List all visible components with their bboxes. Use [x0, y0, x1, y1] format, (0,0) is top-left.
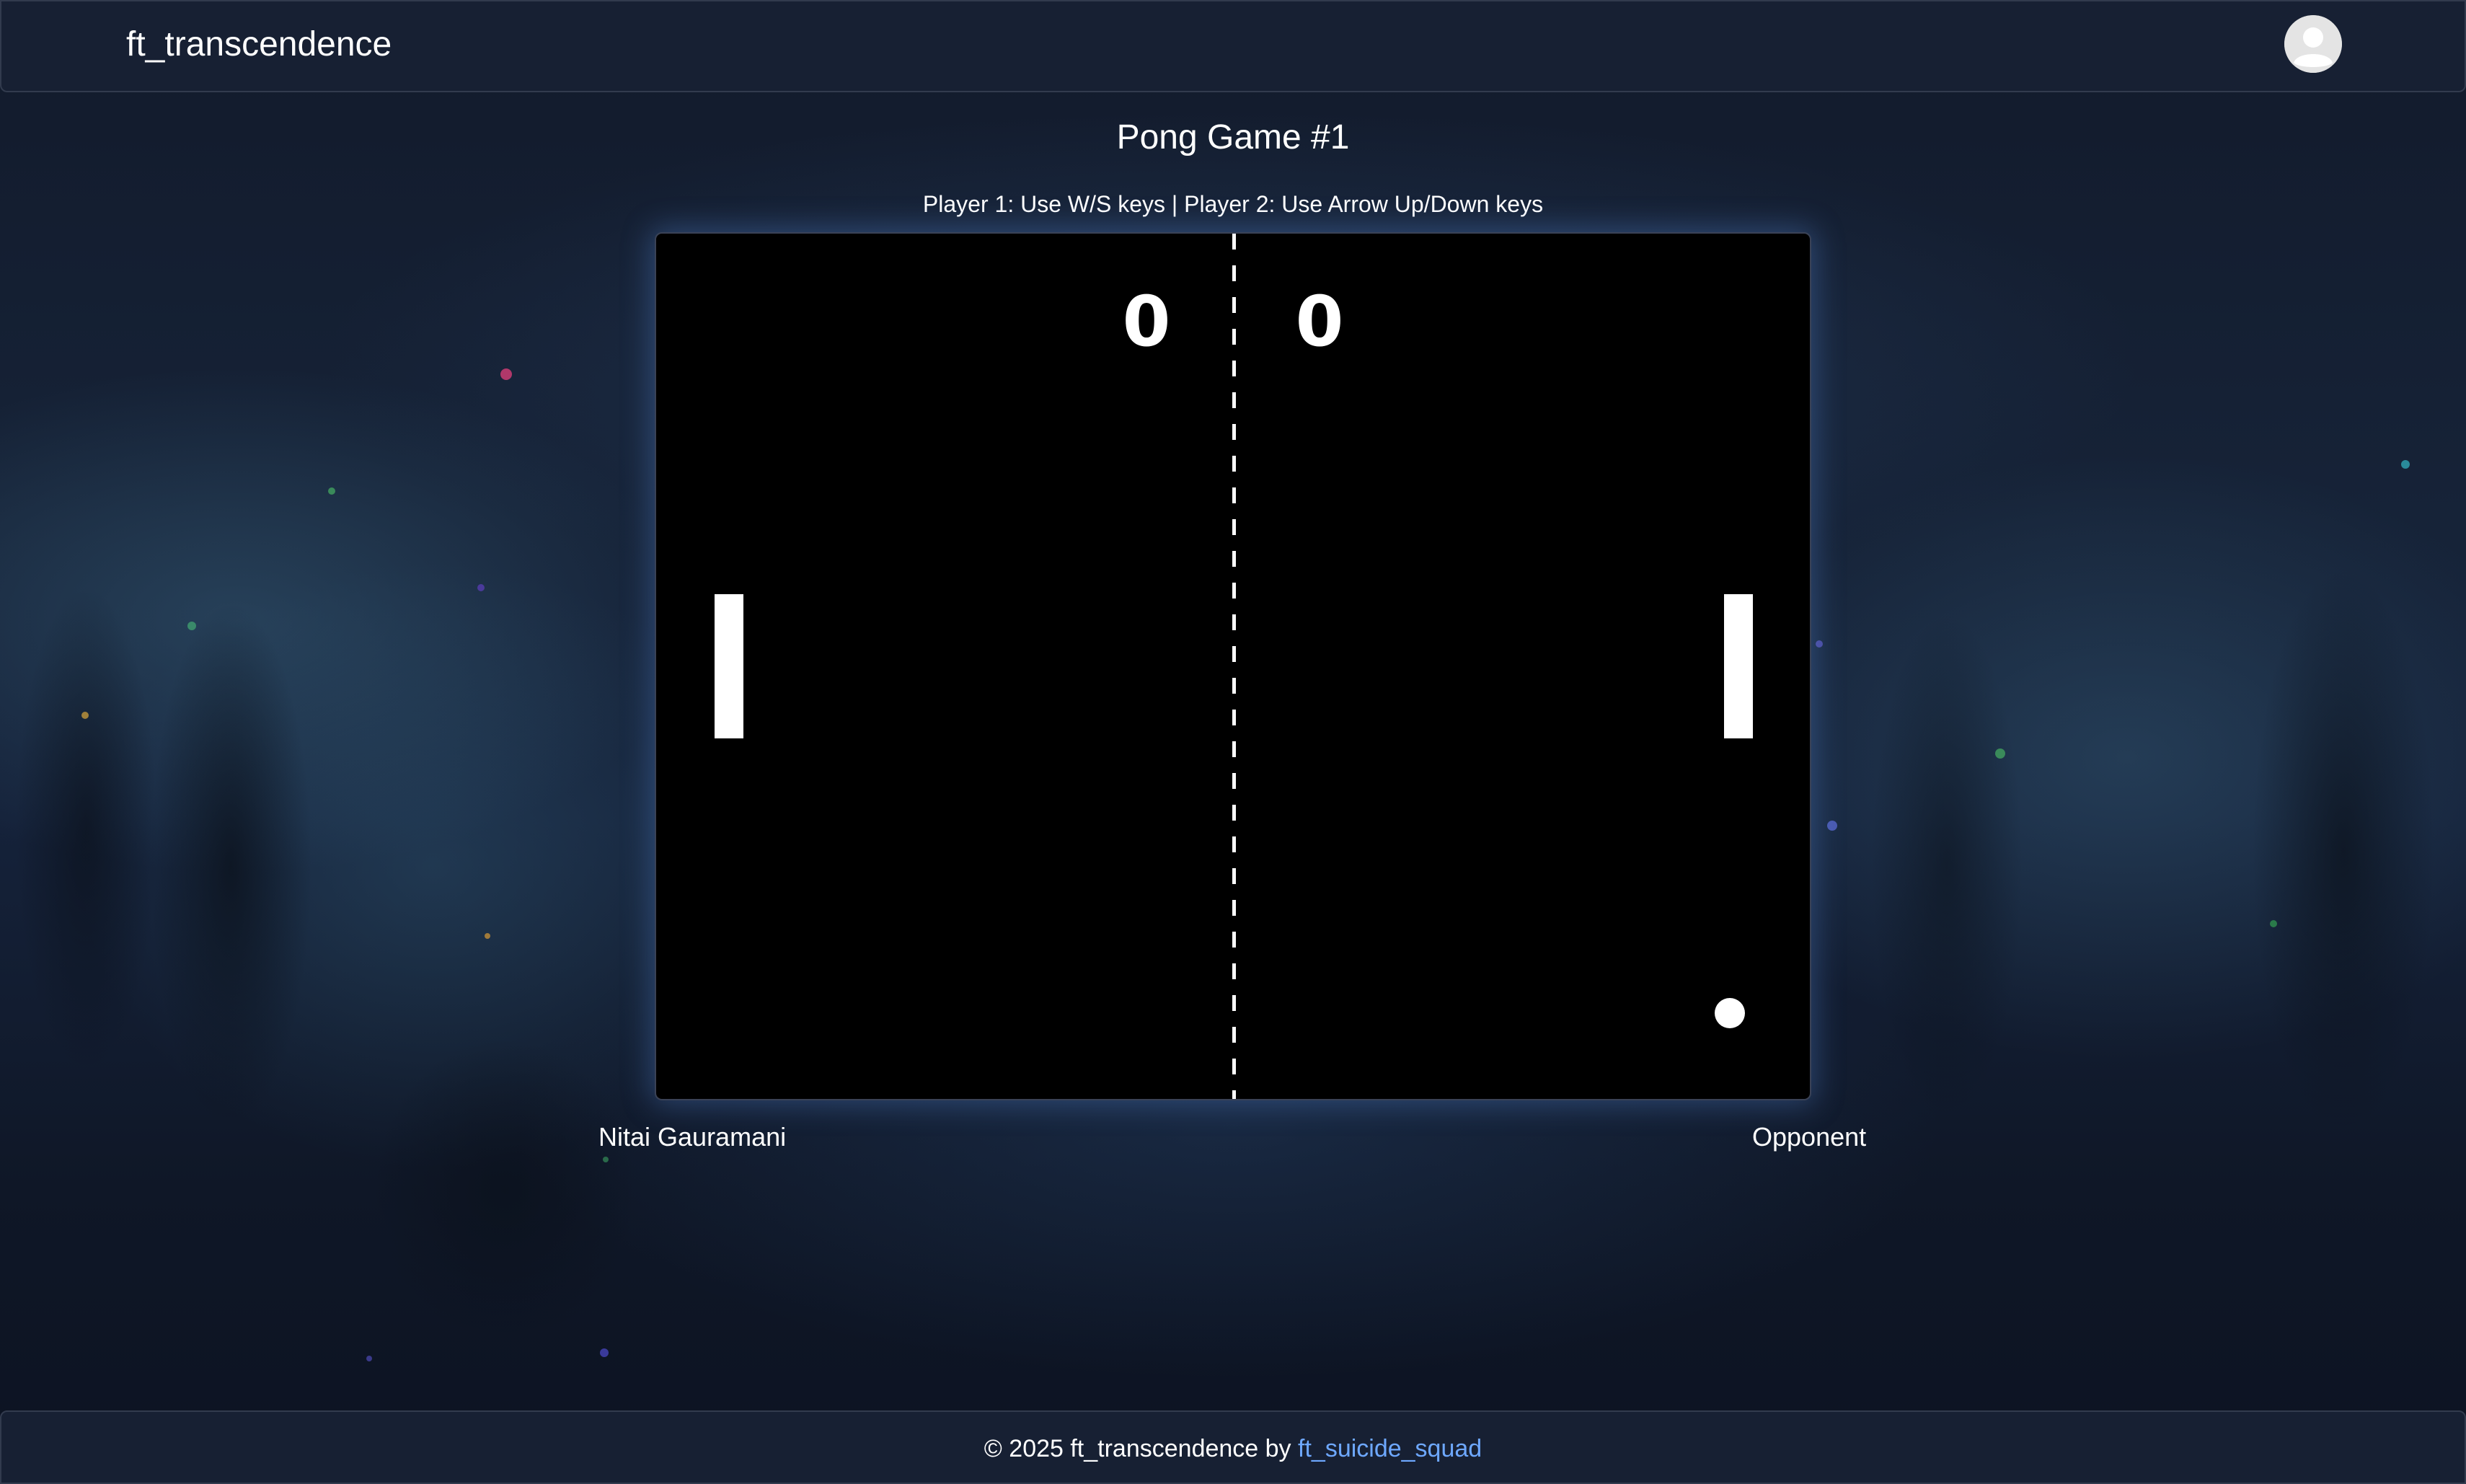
- controls-instructions: Player 1: Use W/S keys | Player 2: Use A…: [922, 191, 1544, 217]
- score-player-2: 0: [1295, 281, 1344, 362]
- background-particle: [485, 933, 490, 939]
- background-particle: [1995, 748, 2005, 759]
- right-paddle: [1724, 594, 1753, 738]
- footer: © 2025 ft_transcendence by ft_suicide_sq…: [0, 1410, 2466, 1484]
- background-particle: [2270, 920, 2277, 927]
- background-particle: [603, 1157, 609, 1162]
- player-1-name: Nitai Gauramani: [598, 1122, 787, 1152]
- background-particle: [1827, 821, 1837, 831]
- user-avatar-icon[interactable]: [2284, 15, 2342, 73]
- footer-copyright: © 2025 ft_transcendence by: [984, 1435, 1299, 1462]
- background-particle: [328, 487, 335, 495]
- pong-game-canvas[interactable]: 0 0: [655, 232, 1811, 1100]
- background-particle: [477, 584, 485, 591]
- center-net-line: [1232, 234, 1236, 1099]
- score-player-1: 0: [1122, 281, 1171, 362]
- left-paddle: [715, 594, 743, 738]
- background-particle: [1816, 640, 1823, 648]
- background-particle: [600, 1348, 609, 1357]
- background-particle: [500, 368, 512, 380]
- background-particle: [81, 712, 89, 719]
- footer-team-link[interactable]: ft_suicide_squad: [1298, 1435, 1482, 1462]
- background-particle: [366, 1356, 372, 1361]
- top-navbar: ft_transcendence: [0, 0, 2466, 92]
- ball: [1715, 998, 1745, 1028]
- brand-link[interactable]: ft_transcendence: [126, 25, 392, 64]
- background-particle: [2401, 460, 2410, 469]
- player-2-name: Opponent: [1752, 1122, 1867, 1152]
- background-particle: [187, 622, 196, 630]
- page-title: Pong Game #1: [1116, 118, 1350, 156]
